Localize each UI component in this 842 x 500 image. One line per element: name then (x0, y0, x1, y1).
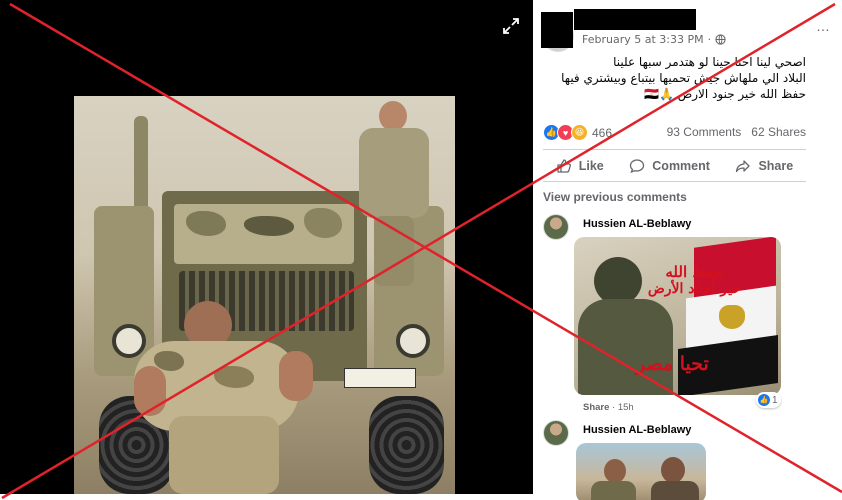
expand-icon[interactable] (502, 17, 520, 35)
view-previous-comments[interactable]: View previous comments (543, 190, 687, 204)
post-text: اصحي لينا احنا جينا لو هتدمر سبها علينا … (536, 54, 806, 102)
caption-line-2: خير أجناد الأرض (647, 281, 741, 297)
post-text-line: اصحي لينا احنا جينا لو هتدمر سبها علينا (613, 55, 806, 69)
commenter-name[interactable]: Hussien AL-Beblawy (583, 424, 691, 436)
eagle-emblem (719, 305, 745, 329)
soldier-body (578, 299, 673, 395)
post-actions: Like Comment Share (543, 152, 806, 180)
person-figure (604, 459, 626, 483)
caption-line-3: تحيا مصر (636, 353, 709, 375)
comment-button[interactable]: Comment (629, 158, 710, 174)
share-button[interactable]: Share (735, 158, 793, 174)
comments-count[interactable]: 93 Comments (667, 125, 742, 139)
commenter-name[interactable]: Hussien AL-Beblawy (583, 218, 691, 230)
redacted-avatar (541, 12, 573, 48)
post-timestamp[interactable]: February 5 at 3:33 PM (582, 33, 704, 46)
person-body (651, 481, 699, 500)
reaction-summary[interactable]: 👍 ♥ 😆 466 (543, 124, 612, 141)
share-icon (736, 160, 751, 173)
post-photo[interactable] (74, 96, 455, 494)
comment-icon (630, 159, 645, 174)
comment-label: Comment (652, 159, 710, 173)
comment-image[interactable]: حفظ الله خير أجناد الأرض تحيا مصر (574, 237, 781, 395)
reaction-count[interactable]: 466 (592, 126, 612, 140)
soldier-figure (594, 257, 642, 305)
comment-meta: Share · 15h (583, 402, 634, 413)
post-meta: February 5 at 3:33 PM · (582, 33, 726, 46)
redacted-author-name (574, 9, 696, 30)
more-options-icon[interactable]: … (816, 18, 830, 34)
shares-count[interactable]: 62 Shares (751, 125, 806, 139)
divider (543, 149, 806, 150)
comment-image-caption: حفظ الله خير أجناد الأرض (648, 263, 741, 297)
post-text-line: البلاد الي ملهاش جيش تحميها بيتباع وبيشت… (561, 71, 806, 85)
comment-image[interactable] (576, 443, 706, 500)
post-text-line: حفظ الله خير جنود الارض 🙏🇪🇬 (644, 87, 806, 101)
post-sidebar: … February 5 at 3:33 PM · اصحي لينا احنا… (533, 0, 842, 500)
like-icon: 👍 (758, 394, 770, 406)
comment-share-link[interactable]: Share (583, 402, 609, 413)
photo-viewer (0, 0, 533, 494)
caption-line-1: حفظ الله (665, 263, 724, 281)
comment-time[interactable]: 15h (618, 402, 634, 413)
comment-like-count: 1 (772, 394, 778, 406)
share-label: Share (758, 159, 794, 173)
person-figure (661, 457, 685, 483)
commenter-avatar[interactable] (543, 214, 569, 240)
commenter-avatar[interactable] (543, 420, 569, 446)
like-label: Like (578, 159, 604, 173)
divider (543, 181, 806, 182)
haha-icon: 😆 (571, 124, 588, 141)
globe-icon (715, 34, 726, 45)
engagement-counts: 93 Comments 62 Shares (667, 125, 806, 139)
person-body (591, 481, 636, 500)
like-button[interactable]: Like (556, 158, 604, 174)
like-icon (557, 159, 571, 173)
comment-reaction-badge[interactable]: 👍 1 (756, 392, 781, 408)
